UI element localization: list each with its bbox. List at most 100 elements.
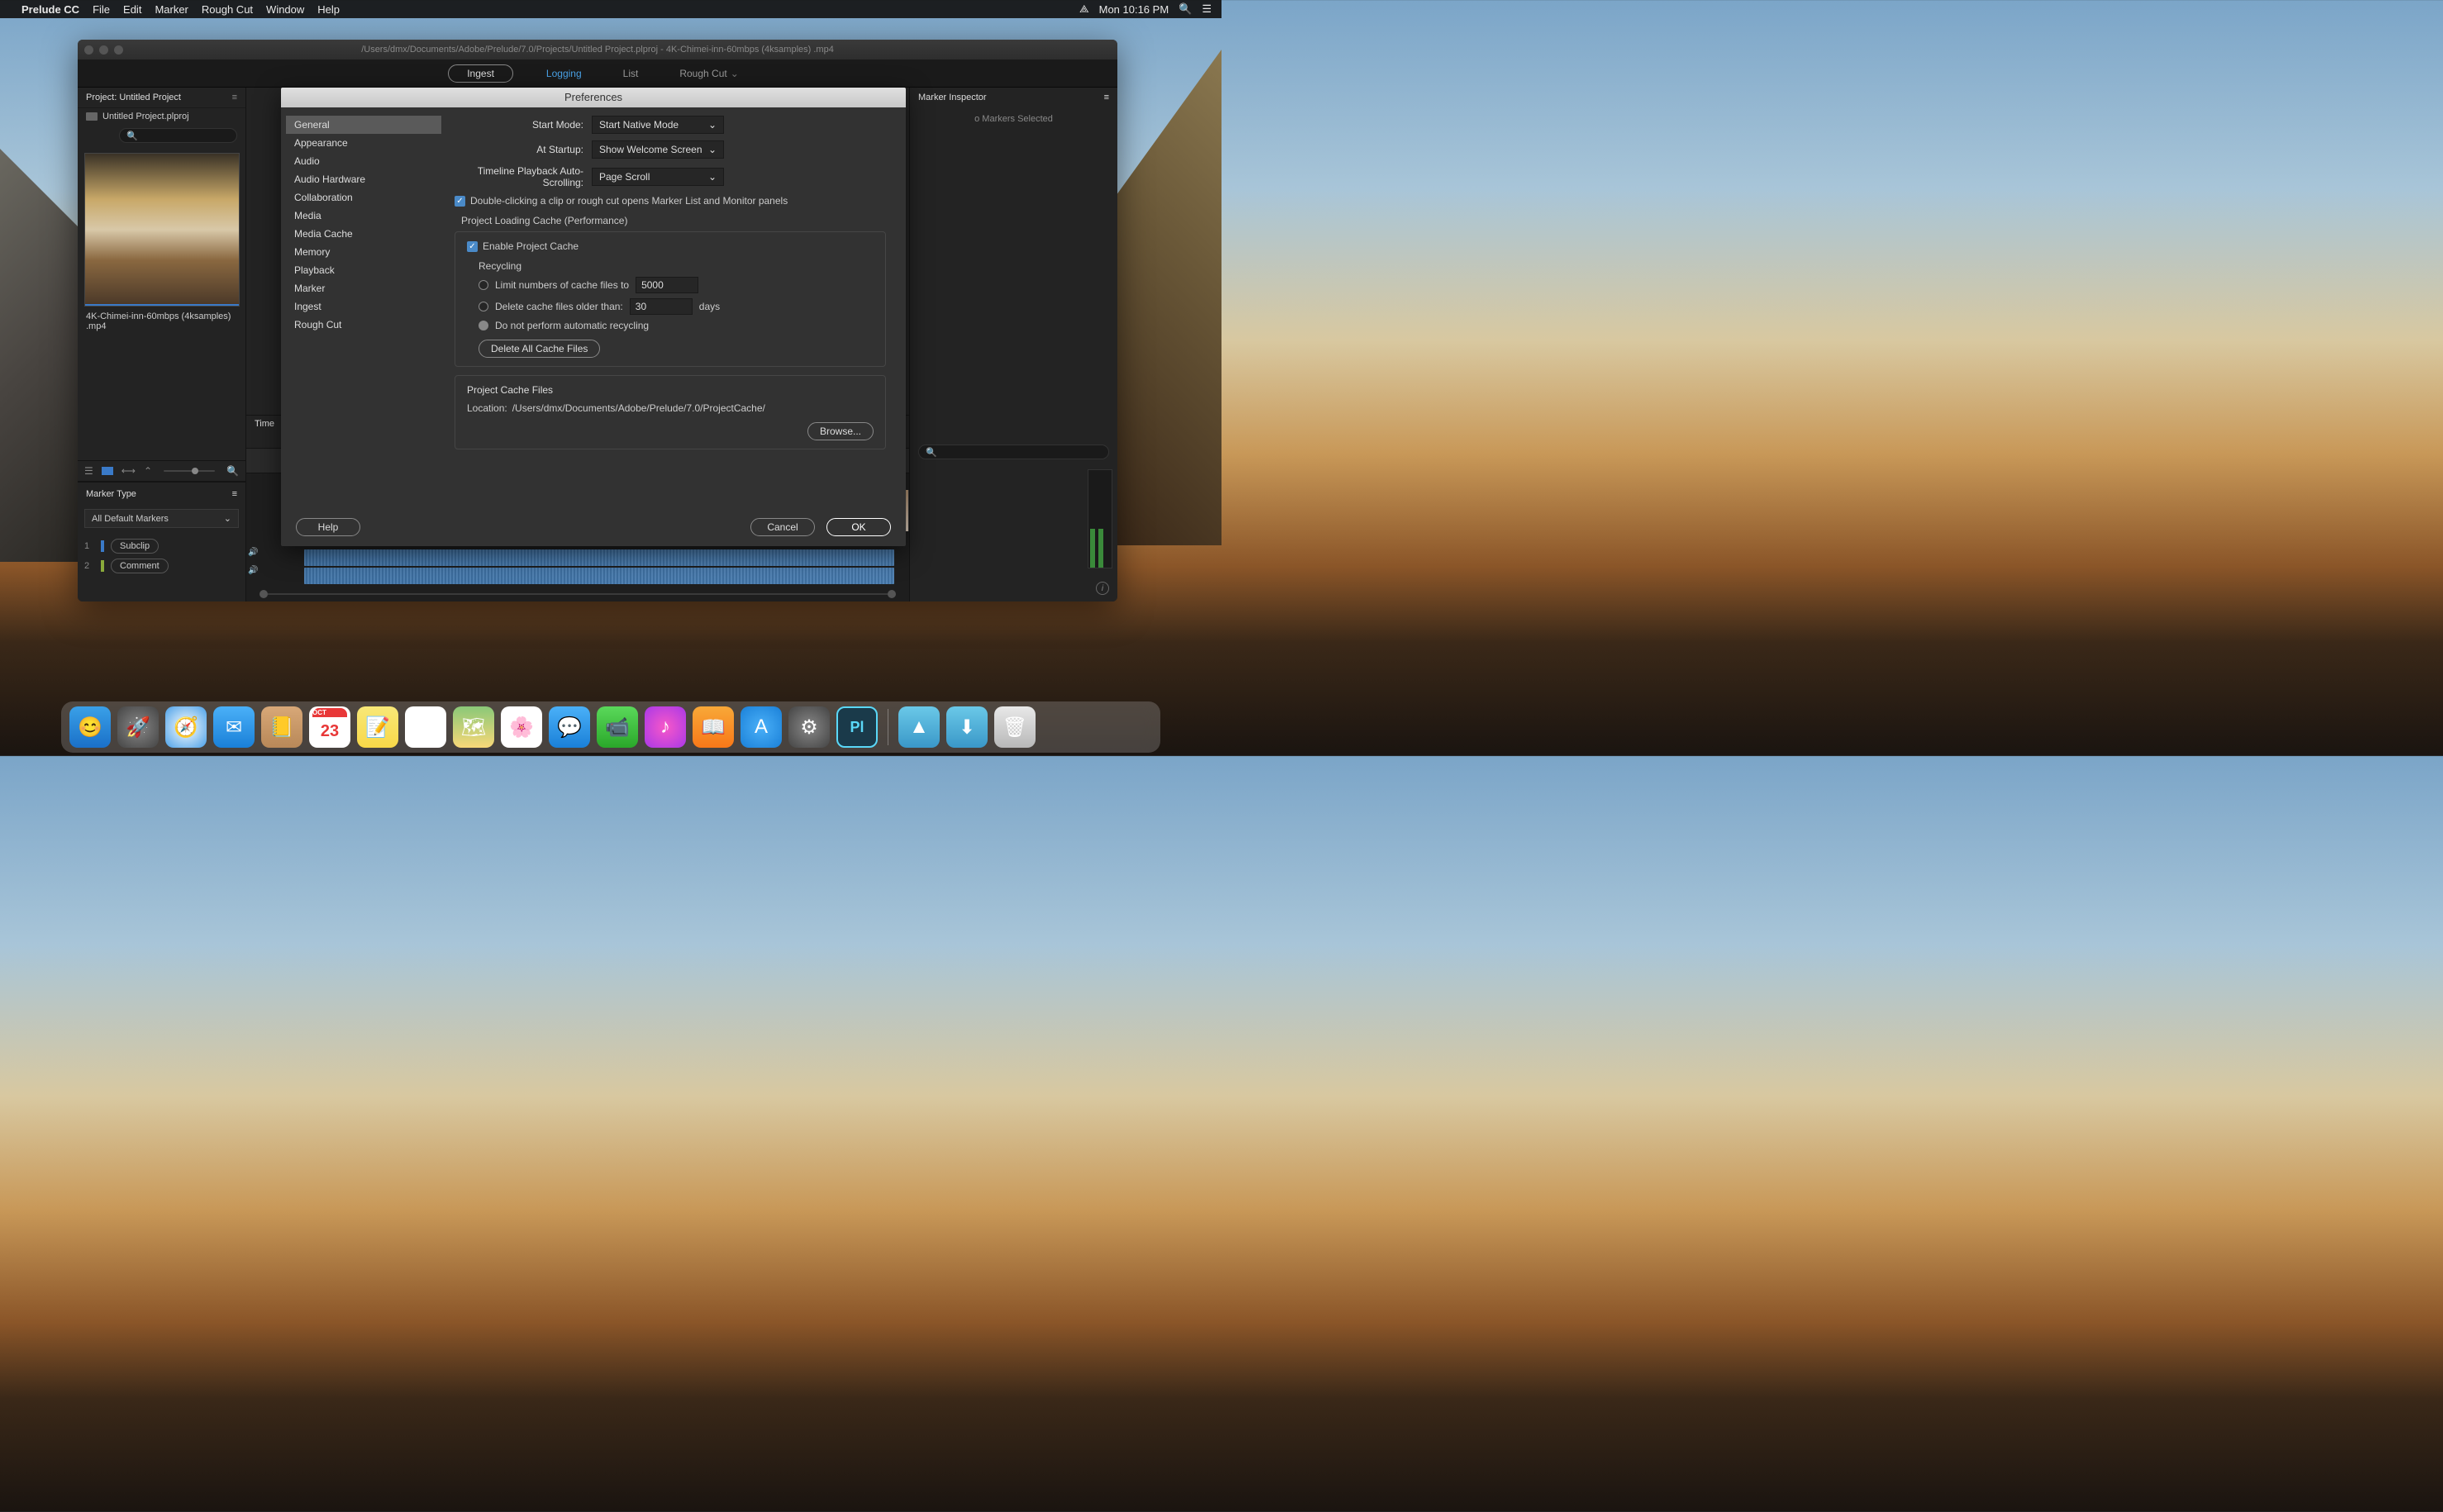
panel-menu-icon[interactable]: ≡ bbox=[1104, 93, 1109, 102]
panel-menu-icon[interactable]: ≡ bbox=[232, 93, 237, 102]
menu-window[interactable]: Window bbox=[266, 3, 304, 16]
dock-safari-icon[interactable]: 🧭 bbox=[165, 706, 207, 748]
project-search-input[interactable]: 🔍 bbox=[119, 128, 237, 143]
clip-thumbnail[interactable] bbox=[84, 153, 240, 307]
dock-messages-icon[interactable]: 💬 bbox=[549, 706, 590, 748]
workspace-logging-tab[interactable]: Logging bbox=[538, 64, 590, 83]
speaker-icon[interactable]: 🔊 bbox=[248, 566, 258, 575]
thumbnail-size-slider[interactable] bbox=[164, 470, 215, 472]
pref-category-appearance[interactable]: Appearance bbox=[286, 134, 441, 152]
pref-category-memory[interactable]: Memory bbox=[286, 243, 441, 261]
at-startup-select[interactable]: Show Welcome Screen⌄ bbox=[592, 140, 724, 159]
menu-help[interactable]: Help bbox=[317, 3, 340, 16]
notification-icon[interactable]: ⟁ bbox=[1079, 2, 1089, 16]
delete-cache-button[interactable]: Delete All Cache Files bbox=[479, 340, 600, 358]
inspector-title: Marker Inspector bbox=[918, 93, 987, 102]
thumbnail-view-icon[interactable] bbox=[102, 467, 113, 475]
dock-ibooks-icon[interactable]: 📖 bbox=[693, 706, 734, 748]
dock-reminders-icon[interactable]: ☑ bbox=[405, 706, 446, 748]
marker-type-row[interactable]: 2 Comment bbox=[84, 556, 239, 576]
panel-menu-icon[interactable]: ≡ bbox=[232, 489, 237, 499]
workspace-bar: Ingest Logging List Rough Cut⌄ bbox=[78, 59, 1117, 88]
pref-category-media-cache[interactable]: Media Cache bbox=[286, 225, 441, 243]
delete-older-radio[interactable] bbox=[479, 302, 488, 311]
pref-category-general[interactable]: General bbox=[286, 116, 441, 134]
project-panel-header: Project: Untitled Project ≡ bbox=[78, 88, 245, 108]
left-column: Project: Untitled Project ≡ Untitled Pro… bbox=[78, 88, 246, 601]
pref-category-marker[interactable]: Marker bbox=[286, 279, 441, 297]
dock-facetime-icon[interactable]: 📹 bbox=[597, 706, 638, 748]
auto-scroll-label: Timeline Playback Auto-Scrolling: bbox=[455, 165, 592, 188]
speaker-icon[interactable]: 🔊 bbox=[248, 548, 258, 557]
workspace-ingest-button[interactable]: Ingest bbox=[448, 64, 513, 83]
search-toggle-icon[interactable]: 🔍 bbox=[226, 465, 239, 477]
menubar-clock[interactable]: Mon 10:16 PM bbox=[1099, 3, 1169, 16]
workspace-list-tab[interactable]: List bbox=[615, 64, 647, 83]
app-name[interactable]: Prelude CC bbox=[21, 3, 79, 16]
limit-cache-input[interactable] bbox=[636, 277, 698, 293]
limit-cache-radio[interactable] bbox=[479, 280, 488, 290]
dock-downloads-icon[interactable]: ⬇ bbox=[946, 706, 988, 748]
dock-finder-icon[interactable]: 😊 bbox=[69, 706, 111, 748]
pref-category-collaboration[interactable]: Collaboration bbox=[286, 188, 441, 207]
marker-type-dropdown[interactable]: All Default Markers ⌄ bbox=[84, 509, 239, 528]
dock-calendar-icon[interactable]: OCT23 bbox=[309, 706, 350, 748]
pref-category-audio-hardware[interactable]: Audio Hardware bbox=[286, 170, 441, 188]
menubar-list-icon[interactable]: ☰ bbox=[1202, 2, 1212, 16]
list-view-icon[interactable]: ☰ bbox=[84, 465, 93, 477]
window-title: /Users/dmx/Documents/Adobe/Prelude/7.0/P… bbox=[78, 45, 1117, 55]
dock-contacts-icon[interactable]: 📒 bbox=[261, 706, 302, 748]
dock-folder1-icon[interactable]: ▲ bbox=[898, 706, 940, 748]
ok-button[interactable]: OK bbox=[826, 518, 891, 536]
dock-prelude-icon[interactable]: Pl bbox=[836, 706, 878, 748]
inspector-search-input[interactable]: 🔍 bbox=[918, 445, 1109, 459]
no-auto-recycle-label: Do not perform automatic recycling bbox=[495, 320, 649, 331]
timeline-audio-track-1[interactable] bbox=[304, 549, 894, 566]
dock-photos-icon[interactable]: 🌸 bbox=[501, 706, 542, 748]
start-mode-select[interactable]: Start Native Mode⌄ bbox=[592, 116, 724, 134]
dock-launchpad-icon[interactable]: 🚀 bbox=[117, 706, 159, 748]
dock-preferences-icon[interactable]: ⚙ bbox=[788, 706, 830, 748]
menu-marker[interactable]: Marker bbox=[155, 3, 188, 16]
menu-edit[interactable]: Edit bbox=[123, 3, 141, 16]
inspector-panel-header: Marker Inspector ≡ bbox=[910, 88, 1117, 107]
pref-category-roughcut[interactable]: Rough Cut bbox=[286, 316, 441, 334]
enable-cache-checkbox[interactable]: ✓ bbox=[467, 241, 478, 252]
cache-files-title: Project Cache Files bbox=[467, 384, 874, 396]
dock-appstore-icon[interactable]: A bbox=[741, 706, 782, 748]
dock-mail-icon[interactable]: ✉ bbox=[213, 706, 255, 748]
dock-itunes-icon[interactable]: ♪ bbox=[645, 706, 686, 748]
pref-category-audio[interactable]: Audio bbox=[286, 152, 441, 170]
pref-category-media[interactable]: Media bbox=[286, 207, 441, 225]
timeline-audio-track-2[interactable] bbox=[304, 568, 894, 584]
marker-type-row[interactable]: 1 Subclip bbox=[84, 536, 239, 556]
dock-maps-icon[interactable]: 🗺 bbox=[453, 706, 494, 748]
folder-icon bbox=[86, 112, 98, 121]
cancel-button[interactable]: Cancel bbox=[750, 518, 815, 536]
sort-icon[interactable]: ⌃ bbox=[144, 465, 152, 477]
project-file-row[interactable]: Untitled Project.plproj bbox=[78, 108, 245, 125]
workspace-roughcut-tab[interactable]: Rough Cut⌄ bbox=[671, 64, 746, 83]
help-button[interactable]: Help bbox=[296, 518, 360, 536]
auto-scroll-select[interactable]: Page Scroll⌄ bbox=[592, 168, 724, 186]
zoom-icon[interactable]: ⟷ bbox=[121, 465, 136, 477]
menu-file[interactable]: File bbox=[93, 3, 110, 16]
macos-menubar: Prelude CC File Edit Marker Rough Cut Wi… bbox=[0, 0, 1222, 18]
delete-older-input[interactable] bbox=[630, 298, 693, 315]
marker-type-pill: Comment bbox=[111, 559, 169, 573]
timeline-scrollbar[interactable] bbox=[260, 590, 896, 598]
pref-category-playback[interactable]: Playback bbox=[286, 261, 441, 279]
menu-roughcut[interactable]: Rough Cut bbox=[202, 3, 253, 16]
info-icon[interactable]: i bbox=[1096, 582, 1109, 595]
recycling-label: Recycling bbox=[479, 260, 874, 272]
no-auto-recycle-radio[interactable] bbox=[479, 321, 488, 330]
pref-category-ingest[interactable]: Ingest bbox=[286, 297, 441, 316]
chevron-down-icon: ⌄ bbox=[708, 119, 717, 131]
dock-notes-icon[interactable]: 📝 bbox=[357, 706, 398, 748]
chevron-down-icon: ⌄ bbox=[708, 144, 717, 155]
dblclick-checkbox[interactable]: ✓ bbox=[455, 196, 465, 207]
spotlight-icon[interactable]: 🔍 bbox=[1179, 2, 1192, 16]
chevron-down-icon: ⌄ bbox=[731, 68, 739, 79]
dock-trash-icon[interactable]: 🗑 bbox=[994, 706, 1036, 748]
browse-button[interactable]: Browse... bbox=[807, 422, 874, 440]
